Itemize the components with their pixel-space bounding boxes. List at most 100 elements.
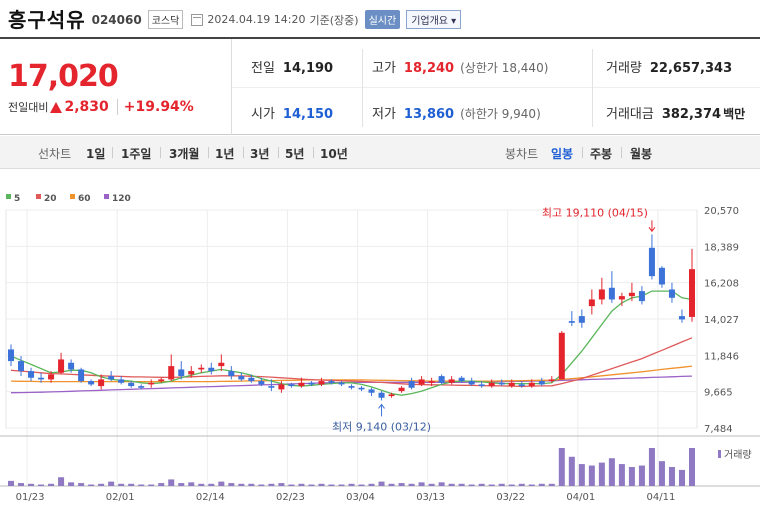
volume-bar <box>438 482 445 486</box>
volume-bar <box>238 483 245 486</box>
volume-bar <box>78 483 85 486</box>
volume-bar <box>348 483 355 486</box>
period-separator <box>243 147 244 158</box>
company-info-button[interactable]: 기업개요 ▾ <box>406 10 462 29</box>
volume-legend-swatch <box>718 450 721 458</box>
candle-body <box>668 289 675 298</box>
candle-body <box>268 386 275 388</box>
volume-bar <box>258 484 265 486</box>
candle-chart-label: 봉차트 <box>505 147 539 161</box>
volume-bar <box>598 462 605 486</box>
candle-body <box>168 366 175 380</box>
prev-close: 전일 14,190 <box>251 57 333 76</box>
y-tick-label: 18,389 <box>704 242 739 253</box>
candle-body <box>8 349 15 362</box>
volume: 거래량 22,657,343 <box>606 57 732 76</box>
volume-bar <box>278 483 285 486</box>
price-chart[interactable]: 5 20 60 120 20,570 18,389 16,208 14,027 11,846 9… <box>0 170 760 514</box>
candle-body <box>188 371 195 375</box>
y-tick-label: 14,027 <box>704 315 739 326</box>
candle-weekly[interactable]: 주봉 <box>590 145 612 162</box>
y-tick-label: 7,484 <box>704 424 733 435</box>
candle-body <box>418 379 425 385</box>
x-axis: 01/23 02/01 02/14 02/23 03/04 03/13 03/22 04/01… <box>16 492 676 503</box>
basis-text: 기준(장중) <box>309 13 359 27</box>
x-tick-label: 03/13 <box>416 492 445 503</box>
candle-body <box>478 384 485 387</box>
candle-daily[interactable]: 일봉 <box>551 145 573 162</box>
period-separator <box>160 147 161 158</box>
candle-monthly[interactable]: 월봉 <box>630 145 652 162</box>
x-tick-label: 01/23 <box>16 492 45 503</box>
change-label: 전일대비 <box>8 101 49 114</box>
period-3m[interactable]: 3개월 <box>169 145 199 162</box>
prev-close-value: 14,190 <box>282 61 334 76</box>
open: 시가 14,150 <box>251 103 333 122</box>
candle-body <box>608 287 615 300</box>
candle-body <box>38 377 45 380</box>
volume-bar <box>48 483 55 486</box>
candle-body <box>258 381 265 385</box>
x-tick-label: 03/04 <box>346 492 375 503</box>
candle-body <box>638 291 645 302</box>
x-tick-label: 02/23 <box>276 492 305 503</box>
candle-body <box>578 316 585 323</box>
stock-name[interactable]: 흥구석유 <box>8 4 86 33</box>
volume-bar <box>678 469 685 486</box>
market-badge: 코스닥 <box>147 10 184 29</box>
candle-body <box>208 367 215 372</box>
legend-swatch <box>104 194 109 199</box>
candle-body <box>218 362 225 367</box>
period-10y[interactable]: 10년 <box>320 145 348 162</box>
up-triangle-icon <box>50 101 63 113</box>
period-5y[interactable]: 5년 <box>285 145 304 162</box>
period-1w[interactable]: 1주일 <box>121 145 151 162</box>
current-price: 17,020 <box>8 59 119 94</box>
price-summary: 17,020 전일대비 2,830 +19.94% 전일 14,190 고가 1… <box>0 37 760 135</box>
candle-body <box>588 299 595 307</box>
volume-bar <box>168 479 175 486</box>
y-tick-label: 20,570 <box>704 206 739 217</box>
volume-bar <box>218 481 225 486</box>
candle-body <box>68 362 75 370</box>
volume-bar <box>588 465 595 486</box>
stock-widget: 흥구석유 024060 코스닥 2024.04.19 14:20 기준(장중) … <box>0 0 760 514</box>
x-tick-label: 04/11 <box>647 492 676 503</box>
volume-bar <box>338 484 345 486</box>
candle-body <box>678 316 685 320</box>
low-annotation: 최저 9,140 (03/12) <box>332 420 431 433</box>
volume-bar <box>138 484 145 486</box>
volume-bar <box>318 483 325 486</box>
volume-label: 거래량 <box>606 61 642 76</box>
volume-bar <box>58 477 65 486</box>
candle-body <box>468 381 475 385</box>
period-bar: 선차트 1일 1주일 3개월 1년 3년 5년 10년 봉차트 일봉 주봉 월봉 <box>0 136 760 169</box>
amount-unit: 백만 <box>723 107 746 121</box>
y-tick-label: 9,665 <box>704 388 733 399</box>
realtime-button[interactable]: 실시간 <box>364 10 401 29</box>
period-1y[interactable]: 1년 <box>215 145 234 162</box>
candle-body <box>248 377 255 382</box>
candle-body <box>118 379 125 383</box>
volume-bar <box>178 483 185 486</box>
period-separator <box>278 147 279 158</box>
amount-label: 거래대금 <box>606 107 654 122</box>
volume-bar <box>568 456 575 486</box>
candle-body <box>538 381 545 385</box>
candle-body <box>108 376 115 380</box>
volume-bar <box>658 461 665 486</box>
period-separator <box>208 147 209 158</box>
candle-body <box>28 371 35 378</box>
header: 흥구석유 024060 코스닥 2024.04.19 14:20 기준(장중) … <box>0 0 760 36</box>
candle-body <box>618 296 625 300</box>
volume-bar <box>608 458 615 486</box>
candle-body <box>198 367 205 370</box>
period-1d[interactable]: 1일 <box>86 145 105 162</box>
volume-bar <box>198 483 205 486</box>
volume-bar <box>408 483 415 486</box>
upper-limit: (상한가 18,440) <box>460 61 549 75</box>
candle-body <box>498 382 505 385</box>
period-3y[interactable]: 3년 <box>250 145 269 162</box>
candle-body <box>548 379 555 382</box>
volume-bar <box>98 483 105 486</box>
